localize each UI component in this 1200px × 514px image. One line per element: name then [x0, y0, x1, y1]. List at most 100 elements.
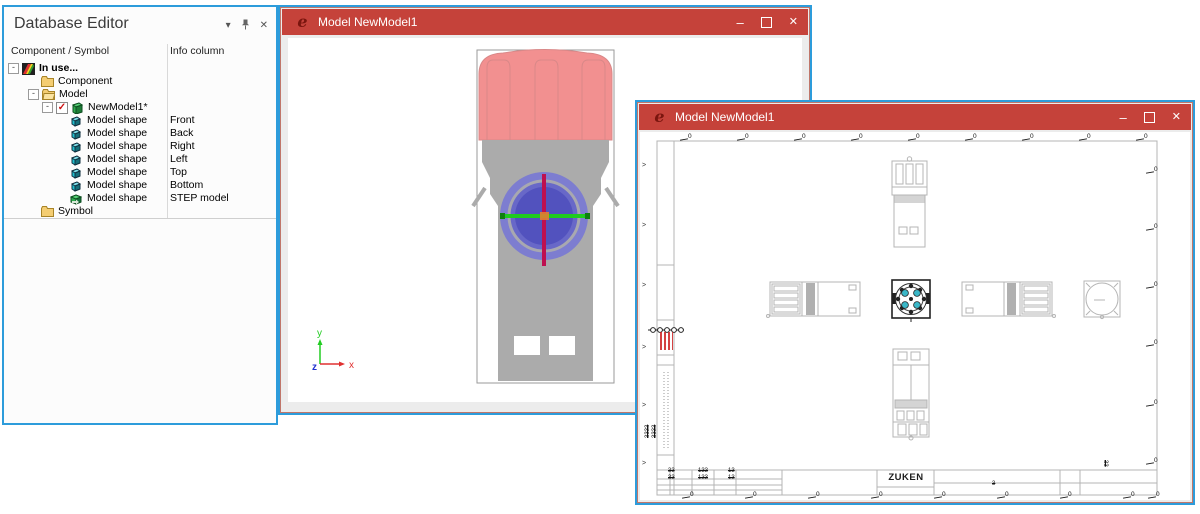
tree-row-model-shape-right[interactable]: Model shape Right — [4, 140, 276, 153]
tree-row-model-shape-step[interactable]: Model shape STEP model — [4, 192, 276, 205]
dimension-marker: 0 — [1148, 492, 1161, 500]
body-hole — [549, 336, 575, 355]
view-bottom — [893, 349, 929, 440]
folder-open-icon — [42, 89, 55, 101]
view-top — [892, 157, 927, 247]
component-tree: - In use... Component - Model - ✓ — [4, 62, 276, 218]
dimension-marker: 0 — [745, 492, 758, 500]
origin-marker — [540, 212, 549, 220]
view-back — [1084, 281, 1120, 319]
edge-tick: > — [642, 460, 646, 467]
dimension-marker: 0 — [680, 134, 693, 143]
checkbox-checked-icon[interactable]: ✓ — [56, 102, 68, 114]
zuken-logo-icon: e — [651, 108, 668, 125]
model-shape-icon — [70, 167, 83, 179]
dimension-stamp: 3333 — [652, 425, 658, 438]
edge-tick: > — [642, 344, 646, 351]
dimension-marker: 0 — [1146, 340, 1159, 349]
axis-label-y: y — [317, 328, 322, 339]
dimension-stamp: 33 — [668, 468, 675, 474]
dimension-marker: 0 — [1146, 282, 1159, 291]
edge-tick: > — [642, 162, 646, 169]
dimension-marker: 0 — [908, 134, 921, 143]
tree-row-model-shape-top[interactable]: Model shape Top — [4, 166, 276, 179]
maximize-icon[interactable] — [761, 17, 772, 28]
view-front — [892, 280, 930, 322]
tree-divider — [4, 218, 276, 219]
dimension-stamp: 3 — [992, 481, 995, 487]
dimension-marker: 0 — [1123, 492, 1136, 500]
dimension-stamp: 33 — [1102, 460, 1108, 467]
tree-row-symbol[interactable]: Symbol — [4, 205, 276, 218]
dimension-marker: 0 — [808, 492, 821, 500]
drawing-titlebar[interactable]: e Model NewModel1 – ✕ — [639, 104, 1191, 130]
expander-icon[interactable]: - — [28, 89, 39, 100]
red-stamp-mark — [660, 332, 673, 350]
column-header-component-symbol[interactable]: Component / Symbol — [11, 45, 109, 57]
edge-tick: > — [642, 402, 646, 409]
dimension-marker: 0 — [1022, 134, 1035, 143]
tree-row-model-shape-back[interactable]: Model shape Back — [4, 127, 276, 140]
pin-icon[interactable] — [241, 19, 250, 33]
dimension-marker: 0 — [1060, 492, 1073, 500]
model-shape-icon — [70, 154, 83, 166]
window-title: Model NewModel1 — [675, 110, 774, 124]
column-header-info[interactable]: Info column — [170, 45, 224, 57]
close-icon[interactable]: ✕ — [260, 21, 268, 31]
close-icon[interactable]: ✕ — [789, 17, 798, 28]
tree-column-headers: Component / Symbol Info column — [4, 43, 276, 60]
expander-icon[interactable]: - — [8, 63, 19, 74]
panel-title: Database Editor — [14, 15, 129, 33]
dimension-marker: 0 — [682, 492, 695, 500]
viewer-titlebar[interactable]: e Model NewModel1 – ✕ — [282, 9, 808, 35]
tree-row-in-use[interactable]: - In use... — [4, 62, 276, 75]
edge-tick: > — [642, 282, 646, 289]
view-left — [767, 282, 861, 318]
model-drawing-window: e Model NewModel1 – ✕ — [635, 100, 1195, 505]
tree-row-model-shape-front[interactable]: Model shape Front — [4, 114, 276, 127]
minimize-icon[interactable]: – — [1120, 111, 1127, 124]
dimension-marker: 0 — [997, 492, 1010, 500]
step-model-icon — [70, 193, 83, 205]
screen: Database Editor ▾ ✕ Component / Symbol I… — [0, 0, 1200, 514]
database-editor-panel: Database Editor ▾ ✕ Component / Symbol I… — [2, 5, 278, 425]
dimension-stamp: 133 — [698, 475, 708, 481]
window-title: Model NewModel1 — [318, 15, 417, 29]
zuken-logo-text: ZUKEN — [880, 472, 932, 483]
dimension-stamp: 13 — [728, 475, 735, 481]
dimension-stamp: 33 — [668, 475, 675, 481]
maximize-icon[interactable] — [1144, 112, 1155, 123]
dimension-marker: 0 — [871, 492, 884, 500]
dimension-marker: 0 — [1146, 167, 1159, 176]
model-shape-icon — [70, 128, 83, 140]
tree-row-newmodel1[interactable]: - ✓ NewModel1* — [4, 101, 276, 114]
axis-label-x: x — [349, 360, 354, 371]
expander-icon[interactable]: - — [42, 102, 53, 113]
edge-tick: > — [642, 222, 646, 229]
axis-triad: y x z — [312, 328, 354, 373]
dimension-stamp: 133 — [698, 468, 708, 474]
axis-label-z: z — [312, 362, 317, 373]
chevron-down-icon[interactable]: ▾ — [226, 21, 231, 31]
model-cap-top — [479, 50, 612, 141]
dimension-marker: 0 — [1146, 458, 1159, 467]
model-shape-icon — [70, 180, 83, 192]
model-shape-icon — [70, 141, 83, 153]
drawing-sheet[interactable]: ZUKEN 000000000000000000000000>>>>>>3333… — [640, 132, 1190, 500]
tree-row-model-shape-bottom[interactable]: Model shape Bottom — [4, 179, 276, 192]
dimension-marker: 0 — [737, 134, 750, 143]
dimension-marker: 0 — [794, 134, 807, 143]
tree-row-component[interactable]: Component — [4, 75, 276, 88]
zuken-logo-icon: e — [294, 13, 311, 30]
dimension-marker: 0 — [1146, 400, 1159, 409]
folder-icon — [41, 76, 54, 88]
dimension-marker: 0 — [1079, 134, 1092, 143]
dimension-marker: 0 — [934, 492, 947, 500]
tree-row-model[interactable]: - Model — [4, 88, 276, 101]
tree-row-model-shape-left[interactable]: Model shape Left — [4, 153, 276, 166]
in-use-icon — [22, 63, 35, 75]
dimension-stamp: 13 — [728, 468, 735, 474]
close-icon[interactable]: ✕ — [1172, 112, 1181, 123]
drawing-linework — [640, 132, 1190, 500]
minimize-icon[interactable]: – — [737, 16, 744, 29]
